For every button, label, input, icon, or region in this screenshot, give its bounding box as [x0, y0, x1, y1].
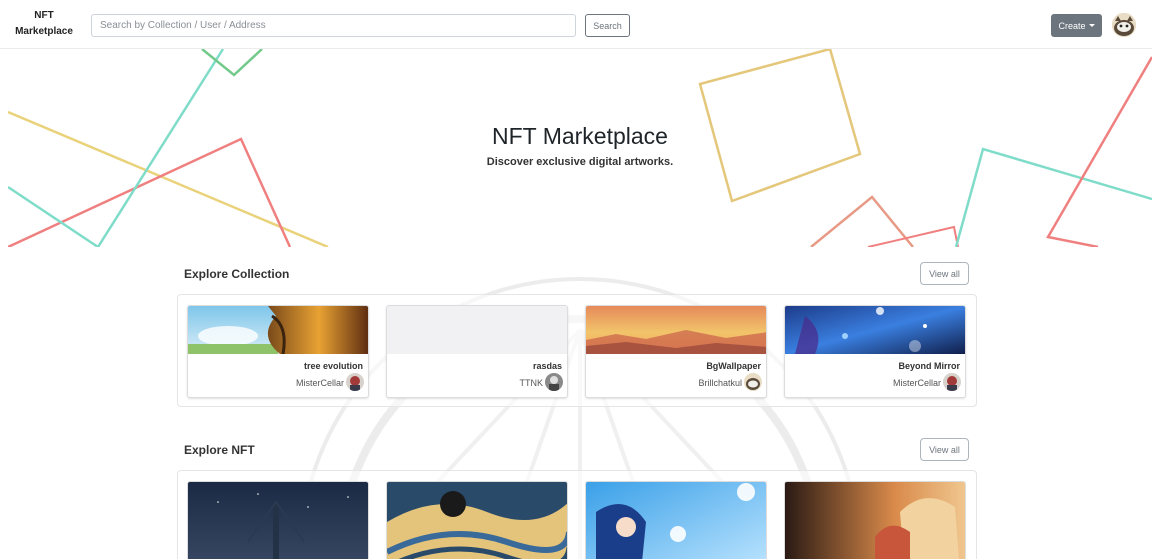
- search-input[interactable]: [91, 14, 576, 37]
- collection-cover-image: [188, 306, 368, 354]
- brand-line-2: Marketplace: [15, 26, 73, 37]
- collection-name: rasdas: [532, 361, 562, 371]
- hero-title: NFT Marketplace: [492, 123, 668, 149]
- collection-card[interactable]: BgWallpaper Brillchatkul: [585, 305, 767, 398]
- nft-panel: [177, 470, 977, 559]
- owner-avatar[interactable]: [943, 373, 961, 391]
- collection-card[interactable]: Beyond Mirror MisterCellar: [784, 305, 966, 398]
- search-button[interactable]: Search: [585, 14, 630, 37]
- collection-owner[interactable]: MisterCellar: [893, 378, 941, 388]
- collection-owner[interactable]: TTNK: [520, 378, 544, 388]
- hero-subtitle: Discover exclusive digital artworks.: [486, 156, 674, 168]
- collection-panel: tree evolution MisterCellar rasdas TTNK …: [177, 294, 977, 407]
- nft-image: [387, 482, 567, 559]
- owner-avatar[interactable]: [744, 373, 762, 391]
- nft-image: [785, 482, 965, 559]
- owner-avatar[interactable]: [545, 373, 563, 391]
- explore-collection-title: Explore Collection: [184, 267, 290, 281]
- collection-name: tree evolution: [303, 361, 363, 371]
- nft-card[interactable]: [784, 481, 966, 559]
- user-avatar[interactable]: [1112, 13, 1136, 37]
- brand-line-1: NFT: [34, 10, 54, 21]
- collection-owner[interactable]: MisterCellar: [296, 378, 344, 388]
- collection-cover-placeholder: [387, 306, 567, 354]
- nft-image: [188, 482, 368, 559]
- hero-banner: NFT Marketplace Discover exclusive digit…: [8, 49, 1152, 247]
- brand-logo[interactable]: NFT Marketplace: [0, 8, 88, 40]
- create-label: Create: [1058, 20, 1086, 31]
- collection-cover-image: [586, 306, 766, 354]
- collection-name: Beyond Mirror: [898, 361, 960, 371]
- nft-card[interactable]: [187, 481, 369, 559]
- collection-card[interactable]: rasdas TTNK: [386, 305, 568, 398]
- explore-nft-title: Explore NFT: [184, 443, 255, 457]
- owner-avatar[interactable]: [346, 373, 364, 391]
- collection-card[interactable]: tree evolution MisterCellar: [187, 305, 369, 398]
- collection-cover-image: [785, 306, 965, 354]
- nft-view-all-button[interactable]: View all: [920, 438, 969, 461]
- create-dropdown-button[interactable]: Create: [1051, 14, 1102, 37]
- nft-card[interactable]: [585, 481, 767, 559]
- collection-owner[interactable]: Brillchatkul: [698, 378, 742, 388]
- top-navbar: NFT Marketplace Search Create: [0, 0, 1152, 49]
- nft-image: [586, 482, 766, 559]
- collection-view-all-button[interactable]: View all: [920, 262, 969, 285]
- caret-down-icon: [1088, 24, 1095, 27]
- nft-card[interactable]: [386, 481, 568, 559]
- collection-name: BgWallpaper: [706, 361, 761, 371]
